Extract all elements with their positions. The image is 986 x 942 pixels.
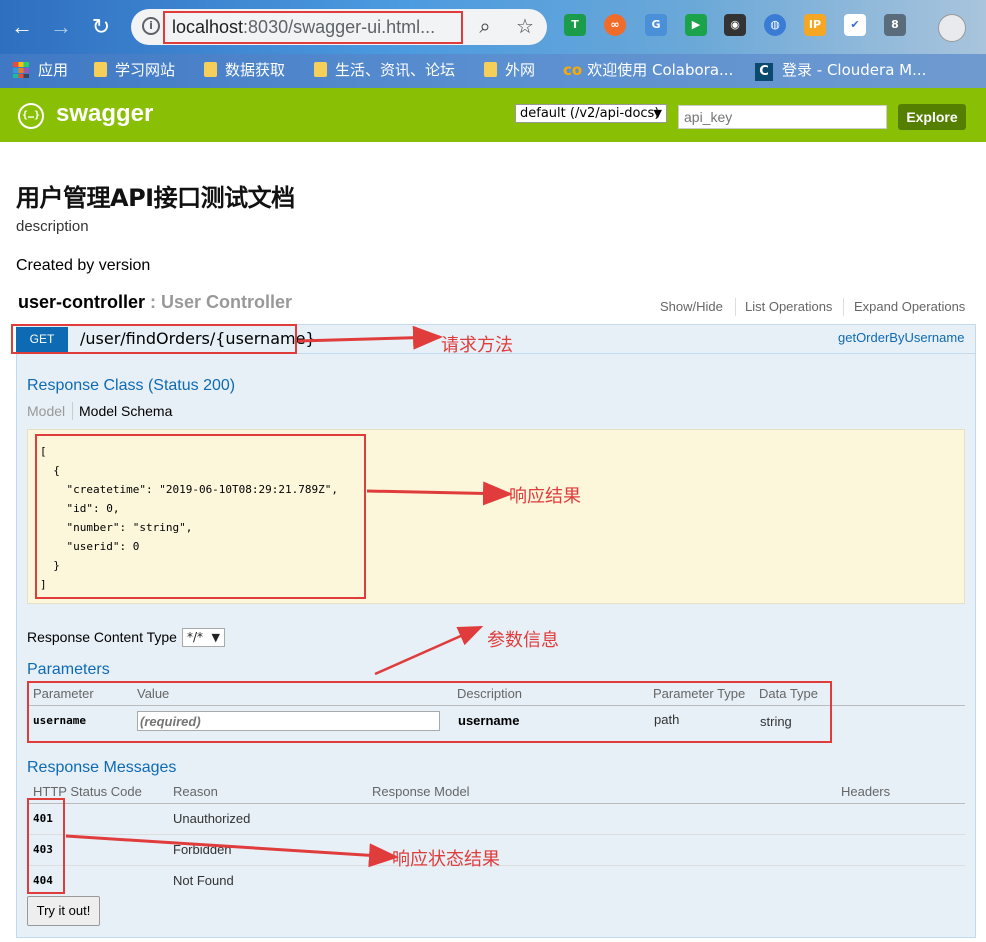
annotation-param-info: 参数信息 xyxy=(487,630,559,651)
annotation-arrows xyxy=(65,325,513,868)
annotation-response-result: 响应结果 xyxy=(509,486,581,507)
annotation-request-method: 请求方法 xyxy=(441,335,513,356)
annotation-response-status: 响应状态结果 xyxy=(392,849,500,870)
